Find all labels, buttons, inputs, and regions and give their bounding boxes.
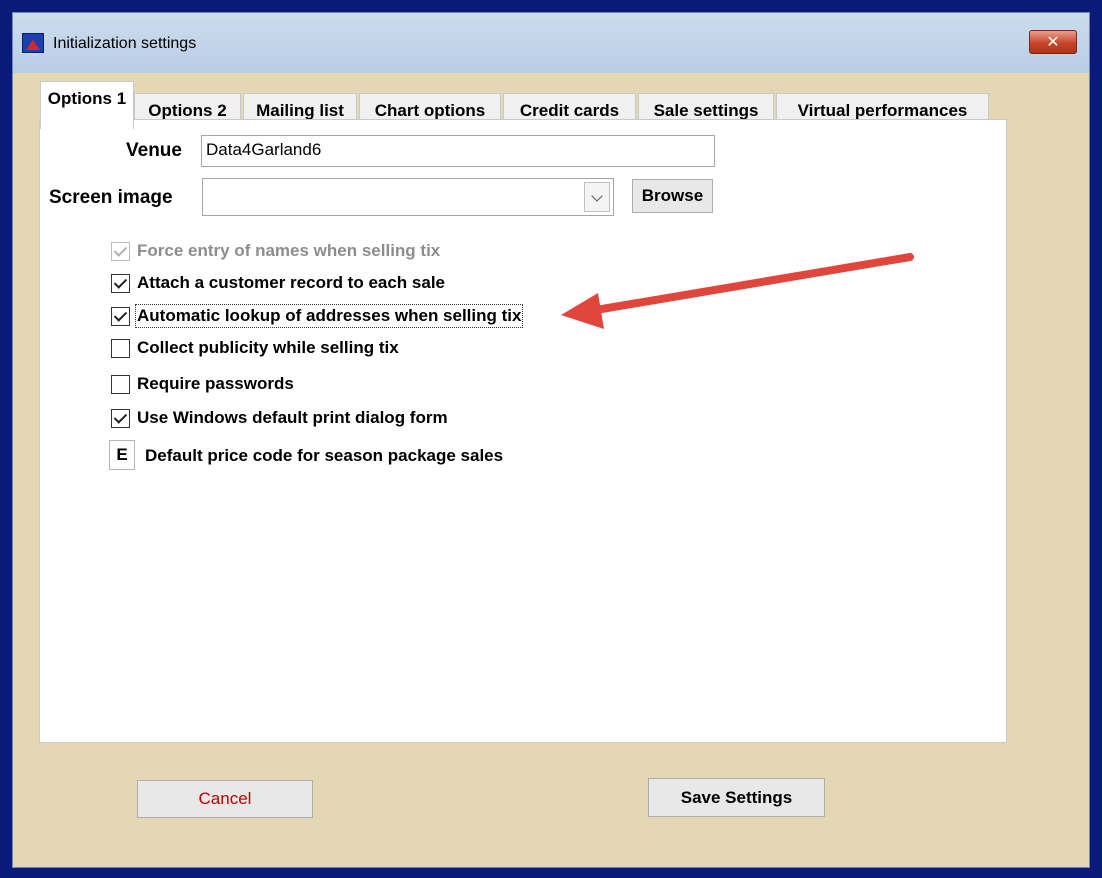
annotation-arrow-head bbox=[561, 293, 604, 329]
annotation-arrow bbox=[561, 253, 914, 329]
annotation-arrow-line bbox=[586, 253, 914, 315]
tab-options-1[interactable]: Options 1 bbox=[40, 81, 134, 129]
